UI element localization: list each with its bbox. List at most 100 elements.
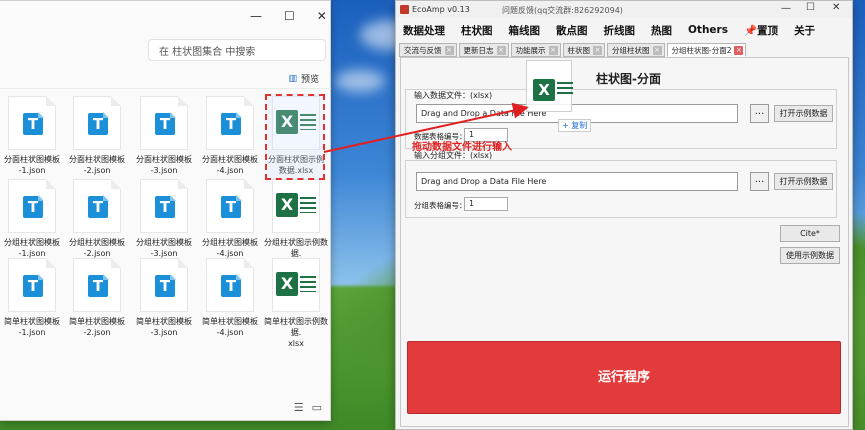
json-file-icon: T (206, 258, 254, 312)
json-file-item[interactable]: T 分面柱状图模板 -3.json (131, 96, 197, 176)
tab[interactable]: 功能展示 × (510, 43, 561, 57)
minimize-icon[interactable]: — (250, 9, 262, 23)
menu-item[interactable]: Others (688, 24, 728, 36)
xlsx-file-item[interactable]: X 简单柱状图示例数据. xlsx (263, 258, 329, 349)
menu-item[interactable]: 关于 (794, 23, 815, 38)
dragged-file-ghost: X (520, 60, 576, 116)
use-example-data-button[interactable]: 使用示例数据 (780, 247, 840, 264)
feedback-text: 问题反馈(qq交流群:826292094) (502, 6, 623, 15)
json-file-item[interactable]: T 分组柱状图模板 -4.json (197, 179, 263, 259)
group-file-dropzone[interactable]: Drag and Drop a Data File Here (416, 172, 738, 191)
tab[interactable]: 交流与反馈 × (399, 43, 457, 57)
json-file-icon: T (73, 96, 121, 150)
drag-annotation-label: 拖动数据文件进行输入 (412, 142, 512, 153)
menu-item[interactable]: 数据处理 (403, 23, 445, 38)
json-file-icon: T (73, 258, 121, 312)
main-panel: 柱状图-分面 输入数据文件：(xlsx) Drag and Drop a Dat… (400, 57, 849, 427)
group-index-label: 分组表格编号： (414, 201, 467, 210)
file-explorer-window: — ☐ ✕ 在 柱状图集合 中搜索 ▥ 预览 T 分面柱状图模板 -1.json T… (0, 0, 331, 421)
menu-item[interactable]: 折线图 (604, 23, 636, 38)
json-file-item[interactable]: T 分组柱状图模板 -1.json (0, 179, 65, 259)
file-name: 简单柱状图模板 -3.json (136, 317, 192, 337)
menu-item[interactable]: 柱状图 (461, 23, 493, 38)
group-index-input[interactable]: 1 (464, 197, 508, 211)
file-name: 分组柱状图模板 -4.json (202, 238, 258, 258)
json-file-item[interactable]: T 简单柱状图模板 -2.json (64, 258, 130, 338)
file-name: 分组柱状图模板 -3.json (136, 238, 192, 258)
tab-close-icon[interactable]: × (548, 46, 558, 55)
tiles-view-icon[interactable]: ▭ (312, 401, 322, 414)
file-name: 分面柱状图模板 -2.json (69, 155, 125, 175)
menu-item[interactable]: 散点图 (556, 23, 588, 38)
view-mode-icons: ☰ ▭ (294, 401, 322, 414)
file-name: 分面柱状图模板 -1.json (4, 155, 60, 175)
preview-icon: ▥ (288, 73, 297, 84)
file-name: 分面柱状图模板 -3.json (136, 155, 192, 175)
tab-close-icon[interactable]: × (652, 46, 662, 55)
tab[interactable]: 分组柱状图 × (607, 43, 665, 57)
tab-label: 交流与反馈 (404, 46, 442, 55)
json-file-item[interactable]: T 简单柱状图模板 -1.json (0, 258, 65, 338)
file-name: 分面柱状图模板 -4.json (202, 155, 258, 175)
menu-item[interactable]: 热图 (651, 23, 672, 38)
menu-item[interactable]: 箱线图 (509, 23, 541, 38)
excel-file-icon: X (272, 179, 320, 233)
json-file-item[interactable]: T 简单柱状图模板 -4.json (197, 258, 263, 338)
panel-title: 柱状图-分面 (596, 72, 661, 86)
minimize-icon[interactable]: — (781, 3, 791, 14)
json-file-item[interactable]: T 简单柱状图模板 -3.json (131, 258, 197, 338)
json-file-item[interactable]: T 分组柱状图模板 -3.json (131, 179, 197, 259)
file-name: 简单柱状图示例数据. xlsx (264, 317, 328, 348)
json-file-item[interactable]: T 分面柱状图模板 -1.json (0, 96, 65, 176)
open-example-group-button[interactable]: 打开示例数据 (774, 173, 833, 190)
excel-file-icon: X (526, 60, 573, 112)
data-browse-button[interactable]: ... (750, 104, 769, 123)
maximize-icon[interactable]: ☐ (806, 2, 815, 13)
details-view-icon[interactable]: ☰ (294, 401, 304, 414)
tab-close-icon[interactable]: × (444, 46, 454, 55)
preview-label: 预览 (300, 75, 319, 85)
open-example-data-button[interactable]: 打开示例数据 (774, 105, 833, 122)
explorer-toolbar: ▥ 预览 (0, 69, 331, 89)
json-file-icon: T (140, 96, 188, 150)
json-file-icon: T (73, 179, 121, 233)
maximize-icon[interactable]: ☐ (284, 9, 295, 23)
window-controls: — ☐ ✕ (250, 9, 327, 23)
xlsx-file-item[interactable]: X分组柱状图示例数据. xlsx (263, 179, 329, 270)
json-file-icon: T (8, 96, 56, 150)
tab-close-icon[interactable]: × (593, 46, 602, 55)
tab[interactable]: 更新日志 × (458, 43, 509, 57)
title-bar: EcoAmp v0.13 问题反馈(qq交流群:826292094) — ☐ ✕ (396, 1, 852, 18)
tab[interactable]: 分组柱状图-分面2 × (666, 43, 747, 57)
file-name: 简单柱状图模板 -2.json (69, 317, 125, 337)
file-name: 简单柱状图模板 -4.json (202, 317, 258, 337)
json-file-item[interactable]: T 分组柱状图模板 -2.json (64, 179, 130, 259)
cite-button[interactable]: Cite* (780, 225, 840, 242)
json-file-icon: T (206, 96, 254, 150)
app-logo-icon (400, 5, 409, 14)
json-file-icon: T (140, 179, 188, 233)
group-browse-button[interactable]: ... (750, 172, 769, 191)
preview-button[interactable]: ▥ 预览 (288, 72, 319, 86)
copy-badge: + 复制 (558, 119, 592, 132)
ecoamp-window: EcoAmp v0.13 问题反馈(qq交流群:826292094) — ☐ ✕… (395, 0, 853, 430)
json-file-item[interactable]: T 分面柱状图模板 -4.json (197, 96, 263, 176)
tab[interactable]: 柱状图 × (562, 43, 605, 57)
tab-label: 更新日志 (463, 46, 494, 55)
tab-label: 功能展示 (515, 46, 546, 55)
menu-item[interactable]: 📌置顶 (744, 23, 778, 38)
tab-close-icon[interactable]: × (496, 46, 506, 55)
tab-label: 分组柱状图 (612, 46, 650, 55)
cloud (335, 70, 385, 92)
json-file-icon: T (8, 179, 56, 233)
app-title: EcoAmp v0.13 (412, 5, 470, 14)
selection-highlight (265, 94, 325, 180)
run-program-button[interactable]: 运行程序 (407, 341, 841, 414)
json-file-item[interactable]: T 分面柱状图模板 -2.json (64, 96, 130, 176)
close-icon[interactable]: ✕ (832, 2, 840, 13)
search-input[interactable]: 在 柱状图集合 中搜索 (148, 39, 326, 61)
group-file-group: 输入分组文件：(xlsx) Drag and Drop a Data File … (405, 151, 837, 218)
close-icon[interactable]: ✕ (317, 9, 327, 23)
tab-close-icon[interactable]: × (734, 46, 744, 55)
json-file-icon: T (140, 258, 188, 312)
